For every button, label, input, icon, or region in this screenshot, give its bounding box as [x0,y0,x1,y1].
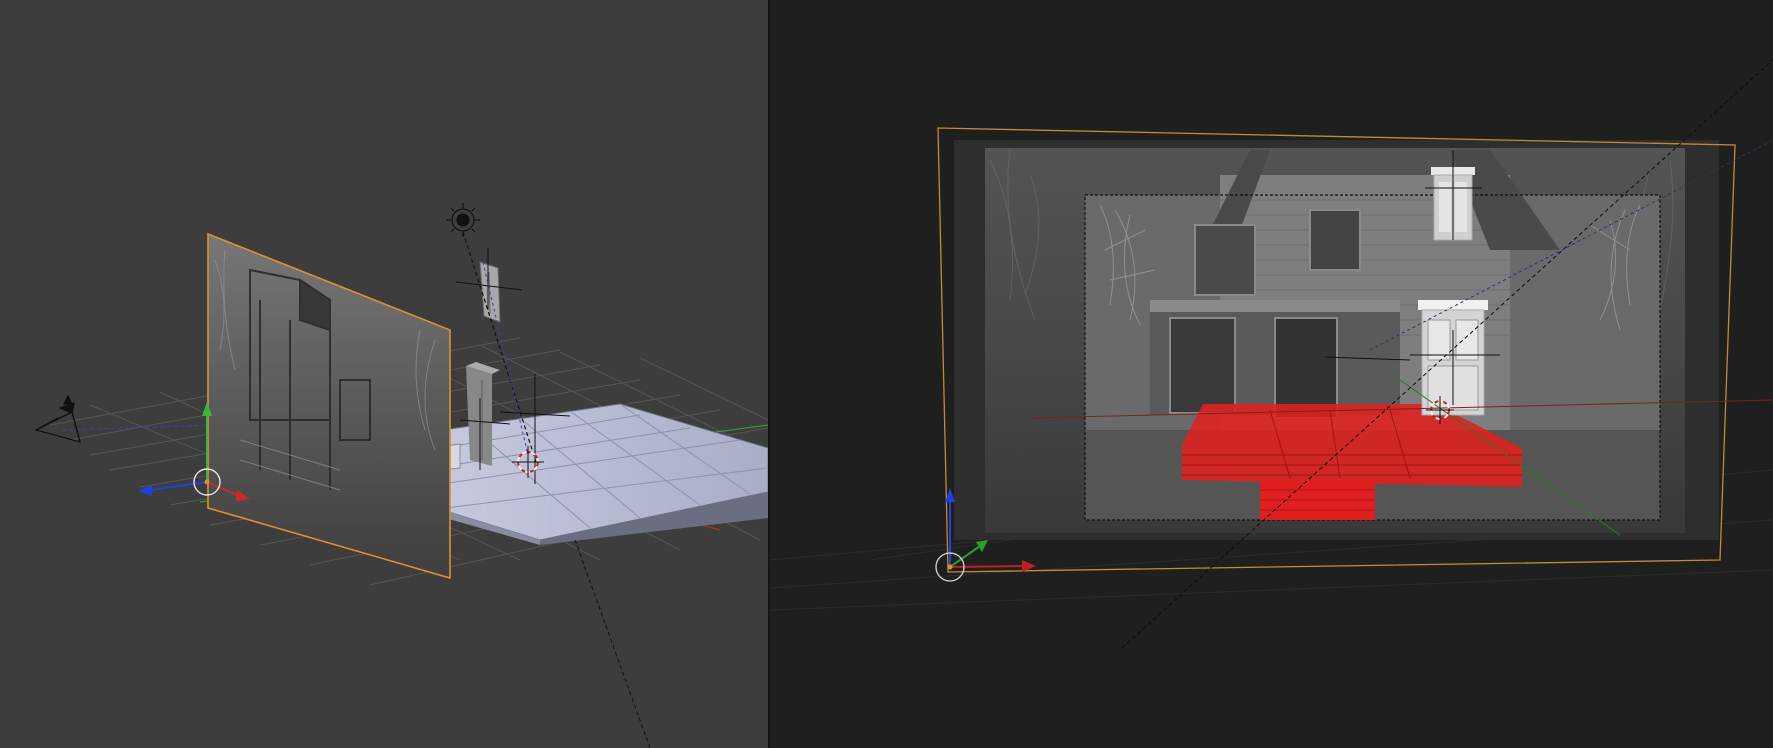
right-scene [770,59,1773,649]
viewport-3d-left[interactable] [0,0,768,748]
viewport-3d-right[interactable] [770,0,1773,748]
reference-image-plane[interactable] [207,232,451,580]
camera-icon[interactable] [34,394,81,443]
left-scene [34,203,768,748]
floor-mesh[interactable] [409,403,768,545]
long-dashed-line [574,539,651,748]
